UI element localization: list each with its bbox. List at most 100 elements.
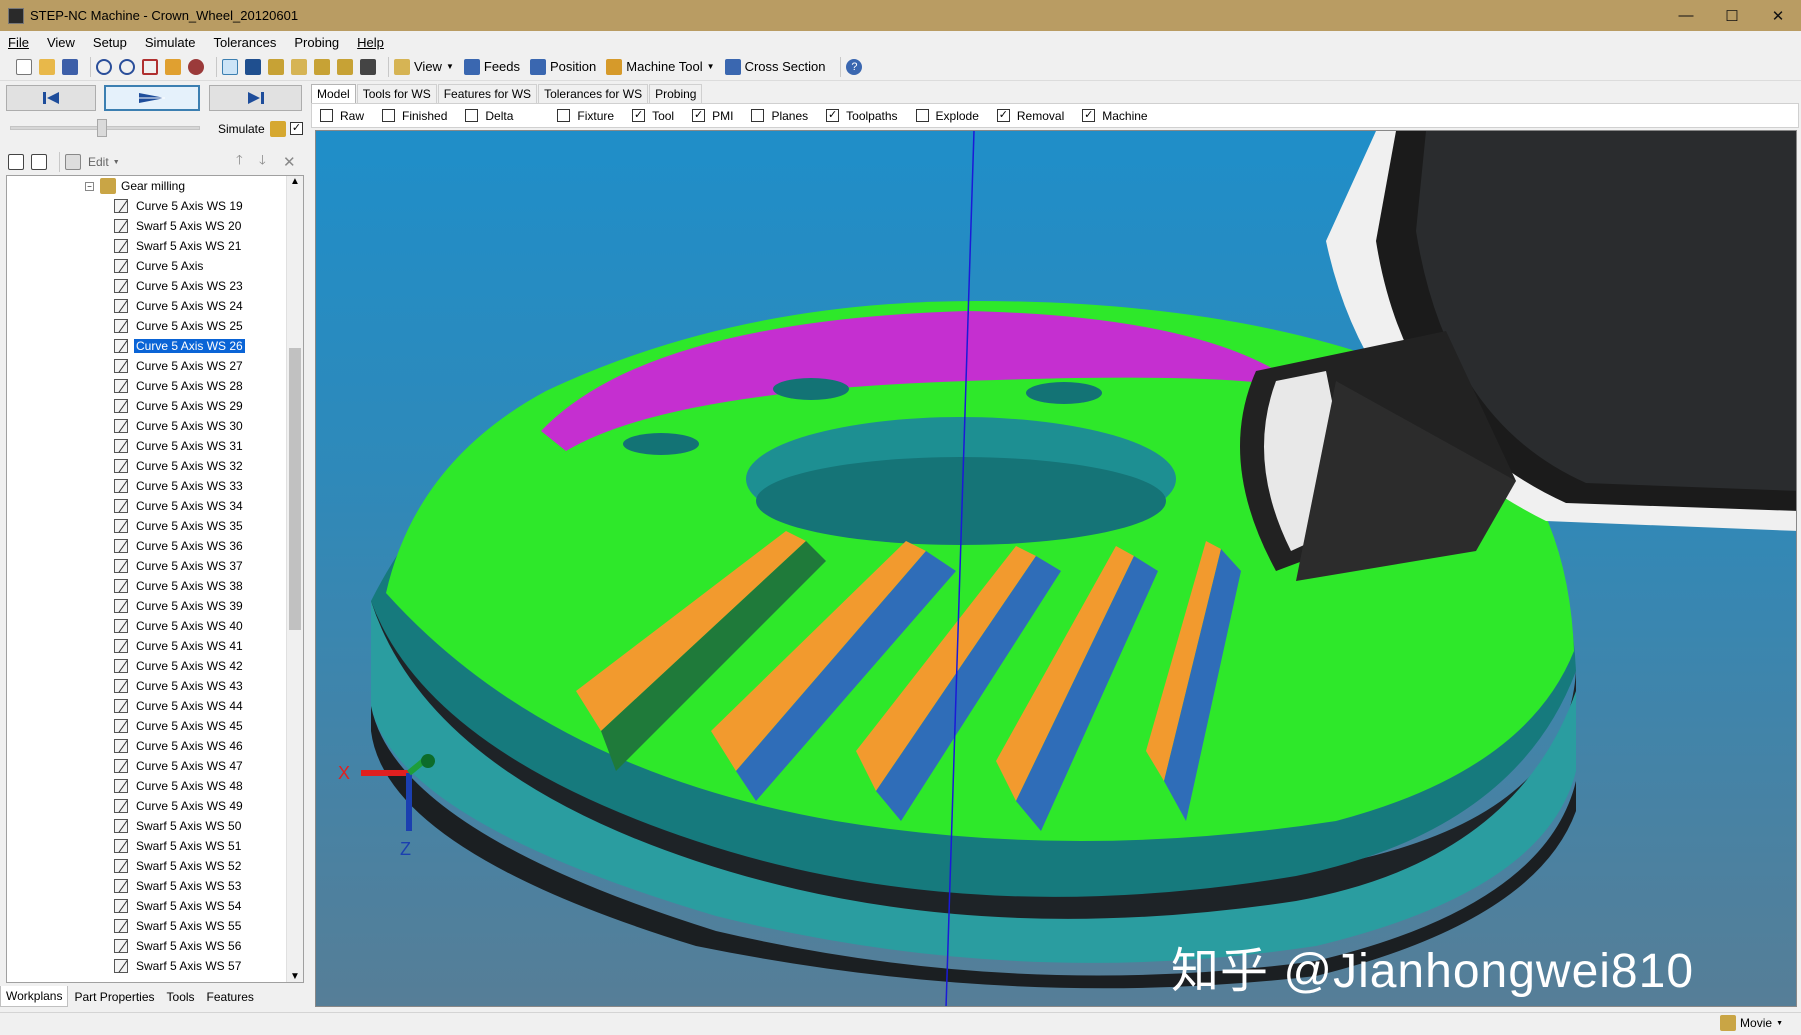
save-icon[interactable]: [62, 58, 78, 75]
tree-item[interactable]: Curve 5 Axis WS 49: [114, 796, 245, 816]
spin-mode-icon[interactable]: [268, 58, 284, 75]
tree-item[interactable]: Curve 5 Axis WS 31: [114, 436, 245, 456]
filter-checkbox[interactable]: [465, 109, 479, 122]
filter-planes[interactable]: Planes: [751, 109, 808, 123]
tree-item[interactable]: Curve 5 Axis WS 34: [114, 496, 245, 516]
help-icon[interactable]: ?: [846, 58, 863, 75]
tree-item[interactable]: Curve 5 Axis WS 37: [114, 556, 245, 576]
tree-item[interactable]: Curve 5 Axis WS 25: [114, 316, 245, 336]
settings-gear-icon[interactable]: [188, 58, 204, 75]
tree-root[interactable]: − Gear milling: [85, 176, 185, 196]
filter-checkbox[interactable]: ✓: [692, 109, 706, 122]
tree-item[interactable]: Curve 5 Axis WS 47: [114, 756, 245, 776]
filter-removal[interactable]: ✓ Removal: [996, 109, 1064, 123]
tree-item[interactable]: Curve 5 Axis WS 24: [114, 296, 245, 316]
center-view-icon[interactable]: [165, 58, 181, 75]
tree-item[interactable]: Curve 5 Axis WS 46: [114, 736, 245, 756]
tree-item[interactable]: Swarf 5 Axis WS 50: [114, 816, 243, 836]
zoom-in-icon[interactable]: [96, 58, 112, 75]
tree-item[interactable]: Curve 5 Axis WS 32: [114, 456, 245, 476]
tree-item[interactable]: Curve 5 Axis WS 30: [114, 416, 245, 436]
collapse-icon[interactable]: −: [85, 181, 94, 191]
tree-item[interactable]: Swarf 5 Axis WS 52: [114, 856, 243, 876]
tree-item[interactable]: Curve 5 Axis WS 29: [114, 396, 245, 416]
workplan-icon[interactable]: [8, 154, 24, 170]
zoom-out-icon[interactable]: [119, 58, 135, 75]
filter-tool[interactable]: ✓ Tool: [632, 109, 674, 123]
speed-slider-thumb[interactable]: [97, 119, 107, 137]
fit-view-icon[interactable]: [142, 58, 158, 75]
move-up-icon[interactable]: 🡑: [236, 151, 243, 173]
scroll-down-icon[interactable]: ▼: [290, 971, 300, 982]
workplan-tree[interactable]: − Gear milling Curve 5 Axis WS 19 Swarf 5…: [6, 175, 304, 983]
machine-tool-dropdown[interactable]: Machine Tool ▼: [606, 58, 715, 75]
tree-item[interactable]: Swarf 5 Axis WS 54: [114, 896, 243, 916]
tab-workplans[interactable]: Workplans: [0, 986, 69, 1007]
tree-item[interactable]: Curve 5 Axis WS 44: [114, 696, 245, 716]
tree-item[interactable]: Curve 5 Axis WS 19: [114, 196, 245, 216]
tree-item[interactable]: Curve 5 Axis WS 40: [114, 616, 245, 636]
filter-checkbox[interactable]: ✓: [826, 109, 840, 122]
filter-checkbox[interactable]: [915, 109, 929, 122]
menu-file[interactable]: File: [8, 35, 29, 50]
feeds-button[interactable]: Feeds: [463, 58, 520, 75]
filter-finished[interactable]: Finished: [382, 109, 447, 123]
tree-item[interactable]: Curve 5 Axis WS 23: [114, 276, 245, 296]
measure-icon[interactable]: [360, 58, 376, 75]
filter-checkbox[interactable]: [382, 109, 396, 122]
tree-item[interactable]: Swarf 5 Axis WS 21: [114, 236, 243, 256]
rotate-mode-icon[interactable]: [222, 58, 238, 75]
filter-machine[interactable]: ✓ Machine: [1082, 109, 1148, 123]
menu-help[interactable]: Help: [357, 35, 384, 50]
tree-item[interactable]: Curve 5 Axis WS 36: [114, 536, 245, 556]
menu-probing[interactable]: Probing: [294, 35, 339, 50]
play-button[interactable]: [104, 85, 200, 111]
filter-checkbox[interactable]: ✓: [996, 109, 1010, 122]
tree-item[interactable]: Swarf 5 Axis WS 20: [114, 216, 243, 236]
pan-mode-icon[interactable]: [245, 58, 261, 75]
step-forward-button[interactable]: [209, 85, 302, 111]
tree-item[interactable]: Swarf 5 Axis WS 53: [114, 876, 243, 896]
tab-model[interactable]: Model: [311, 84, 356, 103]
delete-icon[interactable]: ✕: [283, 153, 296, 171]
tree-scrollbar-thumb[interactable]: [289, 348, 301, 630]
tree-item[interactable]: Swarf 5 Axis WS 51: [114, 836, 243, 856]
tree-item[interactable]: Curve 5 Axis WS 43: [114, 676, 245, 696]
filter-checkbox[interactable]: ✓: [1082, 109, 1096, 122]
tree-item[interactable]: Curve 5 Axis WS 38: [114, 576, 245, 596]
tree-item[interactable]: Swarf 5 Axis WS 56: [114, 936, 243, 956]
open-folder-icon[interactable]: [39, 58, 55, 75]
tree-item[interactable]: Curve 5 Axis: [114, 256, 205, 276]
tree-item[interactable]: Curve 5 Axis WS 26: [114, 336, 245, 356]
view-dropdown[interactable]: View ▼: [394, 58, 454, 75]
filter-checkbox[interactable]: [751, 109, 765, 122]
tree-item[interactable]: Curve 5 Axis WS 35: [114, 516, 245, 536]
tree-item[interactable]: Swarf 5 Axis WS 57: [114, 956, 243, 976]
document-icon[interactable]: [31, 154, 47, 170]
filter-explode[interactable]: Explode: [915, 109, 979, 123]
move-down-icon[interactable]: 🡓: [259, 151, 266, 173]
tree-item[interactable]: Curve 5 Axis WS 42: [114, 656, 245, 676]
cursor-icon[interactable]: [337, 58, 353, 75]
filter-checkbox[interactable]: [557, 109, 571, 122]
tab-features-for-ws[interactable]: Features for WS: [437, 84, 538, 103]
tab-tools-for-ws[interactable]: Tools for WS: [356, 84, 437, 103]
minimize-button[interactable]: —: [1663, 0, 1709, 31]
filter-checkbox[interactable]: [320, 109, 333, 122]
filter-raw[interactable]: Raw: [320, 109, 364, 123]
tree-item[interactable]: Curve 5 Axis WS 39: [114, 596, 245, 616]
simulate-checkbox[interactable]: ✓: [290, 122, 303, 135]
tree-item[interactable]: Curve 5 Axis WS 48: [114, 776, 245, 796]
tab-tools[interactable]: Tools: [161, 986, 201, 1008]
maximize-button[interactable]: ☐: [1709, 0, 1755, 31]
tree-item[interactable]: Curve 5 Axis WS 28: [114, 376, 245, 396]
close-button[interactable]: ✕: [1755, 0, 1801, 31]
tree-item[interactable]: Swarf 5 Axis WS 55: [114, 916, 243, 936]
cross-section-button[interactable]: Cross Section: [724, 58, 825, 75]
new-file-icon[interactable]: [16, 58, 32, 75]
scroll-up-icon[interactable]: ▲: [290, 176, 300, 187]
menu-view[interactable]: View: [47, 35, 75, 50]
movie-dropdown[interactable]: Movie ▼: [1720, 1015, 1783, 1031]
edit-dropdown[interactable]: Edit: [88, 155, 109, 169]
tree-item[interactable]: Curve 5 Axis WS 45: [114, 716, 245, 736]
